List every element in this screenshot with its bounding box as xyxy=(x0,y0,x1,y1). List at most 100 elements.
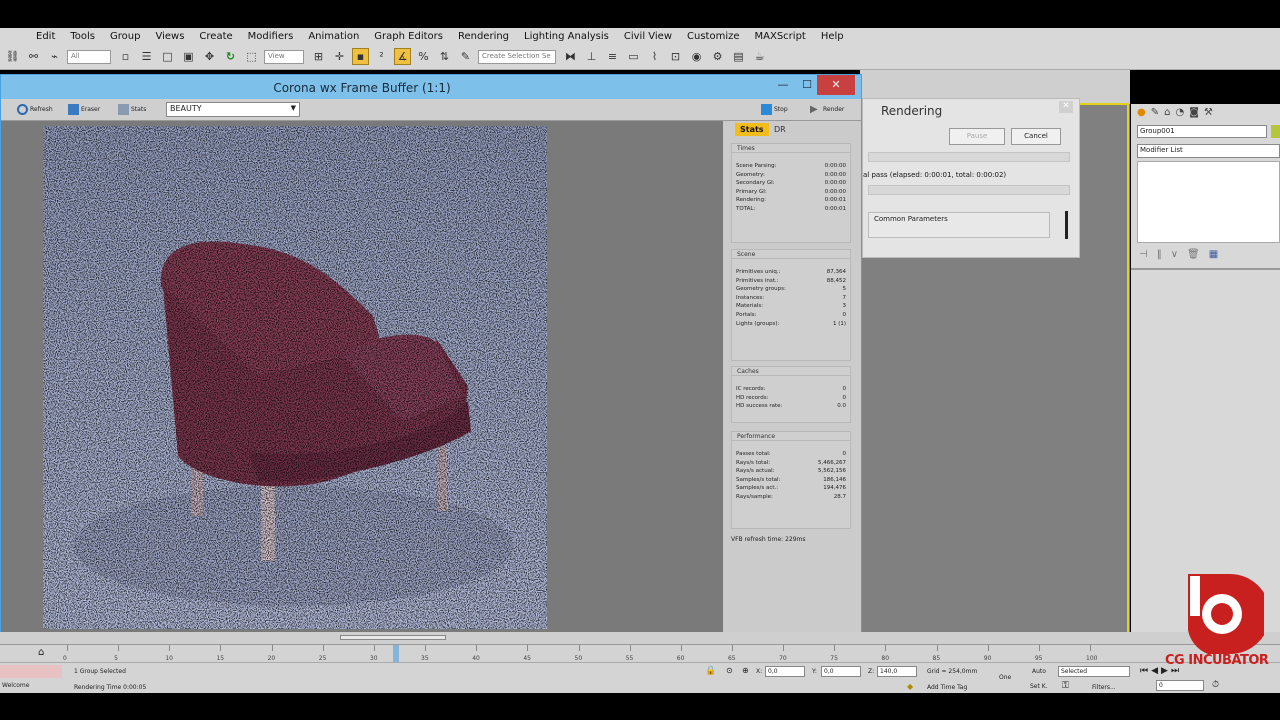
key-icon[interactable]: ⚿ xyxy=(1062,681,1069,691)
time-tag-icon[interactable]: ◆ xyxy=(907,682,913,691)
percent-snap-icon[interactable]: % xyxy=(415,48,432,65)
link-icon[interactable]: ⛓ xyxy=(4,48,21,65)
window-crossing-icon[interactable]: ▣ xyxy=(180,48,197,65)
minimize-button[interactable]: — xyxy=(771,75,795,95)
menu-item-views[interactable]: Views xyxy=(155,31,184,42)
rendered-image[interactable] xyxy=(43,126,547,629)
keyboard-shortcut-icon[interactable]: ▪ xyxy=(352,48,369,65)
maxscript-listener[interactable] xyxy=(0,665,62,678)
render-production-icon[interactable]: ☕ xyxy=(751,48,768,65)
material-editor-icon[interactable]: ◉ xyxy=(688,48,705,65)
lock-selection-icon[interactable]: 🔒 xyxy=(705,666,716,676)
menu-item-graph-editors[interactable]: Graph Editors xyxy=(374,31,443,42)
reference-coord-combo[interactable]: View xyxy=(264,49,304,64)
absolute-mode-icon[interactable]: ⊕ xyxy=(742,666,749,675)
graphite-toggle-icon[interactable]: ▭ xyxy=(625,48,642,65)
trackbar[interactable]: ⌂ 0 5 10 15 20 25 30 35 40 45 50 55 60 65 70 75 80 85 90 95… xyxy=(0,644,1280,662)
render-channel-select[interactable]: BEAUTY ▼ xyxy=(166,102,300,117)
cancel-button[interactable]: Cancel xyxy=(1011,128,1061,145)
menu-item-tools[interactable]: Tools xyxy=(70,31,95,42)
menu-item-lighting-analysis[interactable]: Lighting Analysis xyxy=(524,31,609,42)
rendering-dialog-scrollbar[interactable] xyxy=(1065,211,1068,239)
menu-item-modifiers[interactable]: Modifiers xyxy=(248,31,294,42)
rotate-icon[interactable]: ↻ xyxy=(222,48,239,65)
menu-item-group[interactable]: Group xyxy=(110,31,140,42)
menu-item-rendering[interactable]: Rendering xyxy=(458,31,509,42)
modifier-stack[interactable] xyxy=(1137,161,1280,243)
stats-button[interactable]: Stats xyxy=(118,102,146,117)
scale-icon[interactable]: ⬚ xyxy=(243,48,260,65)
motion-tab-icon[interactable]: ◔ xyxy=(1175,107,1184,118)
common-parameters-rollout[interactable]: Common Parameters xyxy=(868,212,1050,238)
menu-item-customize[interactable]: Customize xyxy=(687,31,740,42)
auto-key-button[interactable]: Auto xyxy=(1032,668,1046,675)
x-coordinate-field[interactable]: 0,0 xyxy=(765,666,805,677)
pivot-icon[interactable]: ⊞ xyxy=(310,48,327,65)
menu-item-help[interactable]: Help xyxy=(821,31,844,42)
stat-label: Materials: xyxy=(736,303,764,310)
mirror-icon[interactable]: ⧓ xyxy=(562,48,579,65)
tab-stats[interactable]: Stats xyxy=(735,123,769,136)
filters-button[interactable]: Filters... xyxy=(1092,684,1116,691)
schematic-view-icon[interactable]: ⊡ xyxy=(667,48,684,65)
modify-tab-icon[interactable]: ✎ xyxy=(1151,107,1159,118)
rendered-frame-window-icon[interactable]: ▤ xyxy=(730,48,747,65)
menu-item-maxscript[interactable]: MAXScript xyxy=(755,31,806,42)
z-coordinate-field[interactable]: 140,0 xyxy=(877,666,917,677)
close-button[interactable]: ✕ xyxy=(817,75,855,95)
select-manipulate-icon[interactable]: ✛ xyxy=(331,48,348,65)
make-unique-icon[interactable]: ∨ xyxy=(1171,249,1178,260)
mini-curve-editor-icon[interactable]: ⌂ xyxy=(38,647,44,658)
curve-editor-icon[interactable]: ⌇ xyxy=(646,48,663,65)
unlink-icon[interactable]: ⚯ xyxy=(25,48,42,65)
align-icon[interactable]: ⊥ xyxy=(583,48,600,65)
spinner-snap-icon[interactable]: ⇅ xyxy=(436,48,453,65)
current-frame-marker[interactable] xyxy=(393,645,399,662)
pause-button[interactable]: Pause xyxy=(949,128,1005,145)
create-tab-icon[interactable]: ● xyxy=(1137,107,1146,118)
menu-item-create[interactable]: Create xyxy=(199,31,232,42)
y-coordinate-field[interactable]: 0,0 xyxy=(821,666,861,677)
isolate-icon[interactable]: ⊙ xyxy=(726,666,733,675)
display-tab-icon[interactable]: ◙ xyxy=(1189,107,1199,118)
selection-filter-combo[interactable]: All xyxy=(67,49,111,64)
time-slider-handle[interactable] xyxy=(340,635,446,640)
object-name-field[interactable]: Group001 xyxy=(1137,125,1267,138)
snap-toggle-icon[interactable]: ² xyxy=(373,48,390,65)
vfb-titlebar[interactable]: Corona wx Frame Buffer (1:1) — ☐ ✕ xyxy=(1,75,861,99)
remove-modifier-icon[interactable]: 🗑 xyxy=(1187,249,1200,260)
maximize-button[interactable]: ☐ xyxy=(795,75,819,95)
layer-manager-icon[interactable]: ≡ xyxy=(604,48,621,65)
refresh-button[interactable]: Refresh xyxy=(17,102,53,117)
stop-button[interactable]: Stop xyxy=(761,102,788,117)
time-slider-track[interactable] xyxy=(0,632,1280,644)
select-object-icon[interactable]: ▫ xyxy=(117,48,134,65)
configure-modifier-sets-icon[interactable]: ▦ xyxy=(1209,249,1218,260)
bind-space-warp-icon[interactable]: ⌁ xyxy=(46,48,63,65)
set-key-button[interactable]: Set K. xyxy=(1030,683,1048,690)
hierarchy-tab-icon[interactable]: ⌂ xyxy=(1164,107,1170,118)
render-setup-icon[interactable]: ⚙ xyxy=(709,48,726,65)
object-color-swatch[interactable] xyxy=(1271,125,1280,138)
add-time-tag[interactable]: Add Time Tag xyxy=(927,684,967,691)
move-icon[interactable]: ✥ xyxy=(201,48,218,65)
modifier-list-dropdown[interactable]: Modifier List xyxy=(1137,144,1280,158)
rect-selection-icon[interactable]: □ xyxy=(159,48,176,65)
pin-stack-icon[interactable]: ⊣ xyxy=(1139,249,1148,260)
select-by-name-icon[interactable]: ☰ xyxy=(138,48,155,65)
menu-item-edit[interactable]: Edit xyxy=(36,31,55,42)
show-end-result-icon[interactable]: ‖ xyxy=(1157,249,1162,260)
utilities-tab-icon[interactable]: ⚒ xyxy=(1204,107,1213,118)
key-filter-select[interactable]: Selected xyxy=(1058,666,1130,677)
eraser-button[interactable]: Eraser xyxy=(68,102,100,117)
angle-snap-icon[interactable]: ∡ xyxy=(394,48,411,65)
current-frame-field[interactable]: 0 xyxy=(1156,680,1204,691)
named-selection-combo[interactable]: Create Selection Se xyxy=(478,49,556,64)
menu-item-civil-view[interactable]: Civil View xyxy=(624,31,672,42)
menu-item-animation[interactable]: Animation xyxy=(308,31,359,42)
rendering-dialog-close-button[interactable]: ✕ xyxy=(1059,101,1073,113)
time-config-icon[interactable]: ⏱ xyxy=(1212,680,1219,690)
tab-dr[interactable]: DR xyxy=(769,123,791,136)
edit-named-selection-icon[interactable]: ✎ xyxy=(457,48,474,65)
render-button[interactable]: ▶ Render xyxy=(810,102,844,117)
